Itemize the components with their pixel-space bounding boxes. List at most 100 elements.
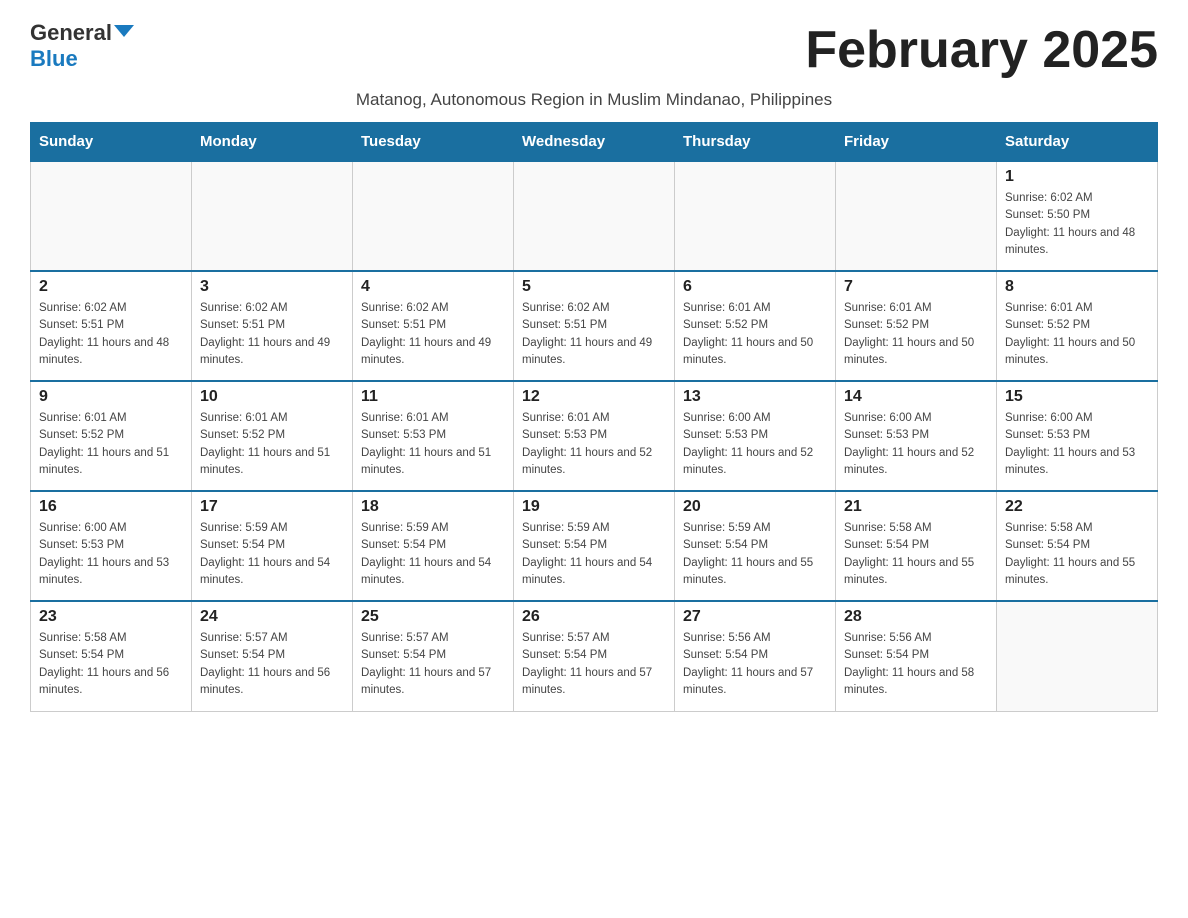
calendar-cell: 27 Sunrise: 5:56 AMSunset: 5:54 PMDayligh… <box>675 601 836 711</box>
page-header: General Blue February 2025 <box>30 20 1158 80</box>
day-number: 14 <box>844 388 988 406</box>
logo-arrow-icon <box>114 25 134 37</box>
week-row-3: 9 Sunrise: 6:01 AMSunset: 5:52 PMDaylight… <box>31 381 1158 491</box>
day-info: Sunrise: 5:57 AMSunset: 5:54 PMDaylight:… <box>361 630 505 699</box>
calendar-cell: 1Sunrise: 6:02 AMSunset: 5:50 PMDaylight… <box>997 161 1158 271</box>
weekday-header-sunday: Sunday <box>31 123 192 162</box>
day-info: Sunrise: 6:02 AMSunset: 5:51 PMDaylight:… <box>522 300 666 369</box>
day-info: Sunrise: 5:56 AMSunset: 5:54 PMDaylight:… <box>683 630 827 699</box>
day-info: Sunrise: 5:58 AMSunset: 5:54 PMDaylight:… <box>39 630 183 699</box>
day-info: Sunrise: 5:57 AMSunset: 5:54 PMDaylight:… <box>522 630 666 699</box>
day-number: 28 <box>844 608 988 626</box>
day-number: 13 <box>683 388 827 406</box>
day-number: 23 <box>39 608 183 626</box>
day-number: 10 <box>200 388 344 406</box>
week-row-5: 23 Sunrise: 5:58 AMSunset: 5:54 PMDayligh… <box>31 601 1158 711</box>
calendar-cell: 6Sunrise: 6:01 AMSunset: 5:52 PMDaylight… <box>675 271 836 381</box>
day-number: 7 <box>844 278 988 296</box>
calendar-cell: 9 Sunrise: 6:01 AMSunset: 5:52 PMDaylight… <box>31 381 192 491</box>
day-info: Sunrise: 6:01 AMSunset: 5:52 PMDaylight:… <box>844 300 988 369</box>
calendar-cell: 3Sunrise: 6:02 AMSunset: 5:51 PMDaylight… <box>192 271 353 381</box>
day-info: Sunrise: 6:01 AMSunset: 5:53 PMDaylight:… <box>522 410 666 479</box>
calendar-cell <box>514 161 675 271</box>
day-number: 9 <box>39 388 183 406</box>
day-number: 24 <box>200 608 344 626</box>
calendar-cell <box>353 161 514 271</box>
calendar-cell: 10 Sunrise: 6:01 AMSunset: 5:52 PMDayligh… <box>192 381 353 491</box>
location-subtitle: Matanog, Autonomous Region in Muslim Min… <box>30 90 1158 110</box>
calendar-header: SundayMondayTuesdayWednesdayThursdayFrid… <box>31 123 1158 162</box>
logo: General Blue <box>30 20 134 72</box>
day-number: 18 <box>361 498 505 516</box>
day-info: Sunrise: 6:00 AMSunset: 5:53 PMDaylight:… <box>844 410 988 479</box>
day-info: Sunrise: 6:01 AMSunset: 5:52 PMDaylight:… <box>1005 300 1149 369</box>
day-info: Sunrise: 6:02 AMSunset: 5:51 PMDaylight:… <box>361 300 505 369</box>
day-info: Sunrise: 6:02 AMSunset: 5:51 PMDaylight:… <box>39 300 183 369</box>
weekday-header-saturday: Saturday <box>997 123 1158 162</box>
weekday-header-friday: Friday <box>836 123 997 162</box>
day-info: Sunrise: 5:59 AMSunset: 5:54 PMDaylight:… <box>200 520 344 589</box>
day-number: 17 <box>200 498 344 516</box>
calendar-cell: 16Sunrise: 6:00 AMSunset: 5:53 PMDayligh… <box>31 491 192 601</box>
day-info: Sunrise: 6:01 AMSunset: 5:52 PMDaylight:… <box>39 410 183 479</box>
calendar-cell: 2 Sunrise: 6:02 AMSunset: 5:51 PMDaylight… <box>31 271 192 381</box>
calendar-cell: 19 Sunrise: 5:59 AMSunset: 5:54 PMDayligh… <box>514 491 675 601</box>
day-number: 8 <box>1005 278 1149 296</box>
day-number: 4 <box>361 278 505 296</box>
calendar-cell: 26 Sunrise: 5:57 AMSunset: 5:54 PMDayligh… <box>514 601 675 711</box>
day-info: Sunrise: 6:00 AMSunset: 5:53 PMDaylight:… <box>1005 410 1149 479</box>
day-number: 11 <box>361 388 505 406</box>
calendar-cell <box>675 161 836 271</box>
calendar-body: 1Sunrise: 6:02 AMSunset: 5:50 PMDaylight… <box>31 161 1158 711</box>
day-info: Sunrise: 5:58 AMSunset: 5:54 PMDaylight:… <box>844 520 988 589</box>
calendar-cell: 15 Sunrise: 6:00 AMSunset: 5:53 PMDayligh… <box>997 381 1158 491</box>
day-number: 1 <box>1005 168 1149 186</box>
day-number: 15 <box>1005 388 1149 406</box>
calendar-cell <box>192 161 353 271</box>
day-number: 21 <box>844 498 988 516</box>
calendar-cell: 7 Sunrise: 6:01 AMSunset: 5:52 PMDaylight… <box>836 271 997 381</box>
calendar-cell: 20Sunrise: 5:59 AMSunset: 5:54 PMDayligh… <box>675 491 836 601</box>
week-row-4: 16Sunrise: 6:00 AMSunset: 5:53 PMDayligh… <box>31 491 1158 601</box>
day-number: 3 <box>200 278 344 296</box>
calendar-cell <box>836 161 997 271</box>
day-info: Sunrise: 5:59 AMSunset: 5:54 PMDaylight:… <box>361 520 505 589</box>
calendar-cell: 24Sunrise: 5:57 AMSunset: 5:54 PMDayligh… <box>192 601 353 711</box>
day-info: Sunrise: 5:59 AMSunset: 5:54 PMDaylight:… <box>522 520 666 589</box>
calendar-cell <box>31 161 192 271</box>
calendar-cell: 4 Sunrise: 6:02 AMSunset: 5:51 PMDaylight… <box>353 271 514 381</box>
calendar-cell: 14 Sunrise: 6:00 AMSunset: 5:53 PMDayligh… <box>836 381 997 491</box>
day-number: 25 <box>361 608 505 626</box>
day-info: Sunrise: 6:01 AMSunset: 5:52 PMDaylight:… <box>683 300 827 369</box>
day-number: 2 <box>39 278 183 296</box>
weekday-header-tuesday: Tuesday <box>353 123 514 162</box>
day-info: Sunrise: 6:01 AMSunset: 5:53 PMDaylight:… <box>361 410 505 479</box>
weekday-header-monday: Monday <box>192 123 353 162</box>
day-info: Sunrise: 6:01 AMSunset: 5:52 PMDaylight:… <box>200 410 344 479</box>
logo-blue-text: Blue <box>30 46 78 72</box>
day-number: 26 <box>522 608 666 626</box>
calendar-cell: 18 Sunrise: 5:59 AMSunset: 5:54 PMDayligh… <box>353 491 514 601</box>
calendar-cell: 13 Sunrise: 6:00 AMSunset: 5:53 PMDayligh… <box>675 381 836 491</box>
calendar-cell <box>997 601 1158 711</box>
day-number: 22 <box>1005 498 1149 516</box>
month-title: February 2025 <box>805 20 1158 80</box>
day-info: Sunrise: 6:00 AMSunset: 5:53 PMDaylight:… <box>683 410 827 479</box>
day-number: 27 <box>683 608 827 626</box>
calendar-cell: 5 Sunrise: 6:02 AMSunset: 5:51 PMDaylight… <box>514 271 675 381</box>
calendar-cell: 21 Sunrise: 5:58 AMSunset: 5:54 PMDayligh… <box>836 491 997 601</box>
day-number: 12 <box>522 388 666 406</box>
calendar-cell: 25 Sunrise: 5:57 AMSunset: 5:54 PMDayligh… <box>353 601 514 711</box>
day-number: 20 <box>683 498 827 516</box>
calendar-cell: 17 Sunrise: 5:59 AMSunset: 5:54 PMDayligh… <box>192 491 353 601</box>
day-number: 5 <box>522 278 666 296</box>
calendar-table: SundayMondayTuesdayWednesdayThursdayFrid… <box>30 122 1158 712</box>
calendar-cell: 11 Sunrise: 6:01 AMSunset: 5:53 PMDayligh… <box>353 381 514 491</box>
weekday-header-wednesday: Wednesday <box>514 123 675 162</box>
day-number: 19 <box>522 498 666 516</box>
weekday-header-row: SundayMondayTuesdayWednesdayThursdayFrid… <box>31 123 1158 162</box>
week-row-2: 2 Sunrise: 6:02 AMSunset: 5:51 PMDaylight… <box>31 271 1158 381</box>
logo-general-text: General <box>30 20 112 46</box>
calendar-cell: 22Sunrise: 5:58 AMSunset: 5:54 PMDayligh… <box>997 491 1158 601</box>
week-row-1: 1Sunrise: 6:02 AMSunset: 5:50 PMDaylight… <box>31 161 1158 271</box>
